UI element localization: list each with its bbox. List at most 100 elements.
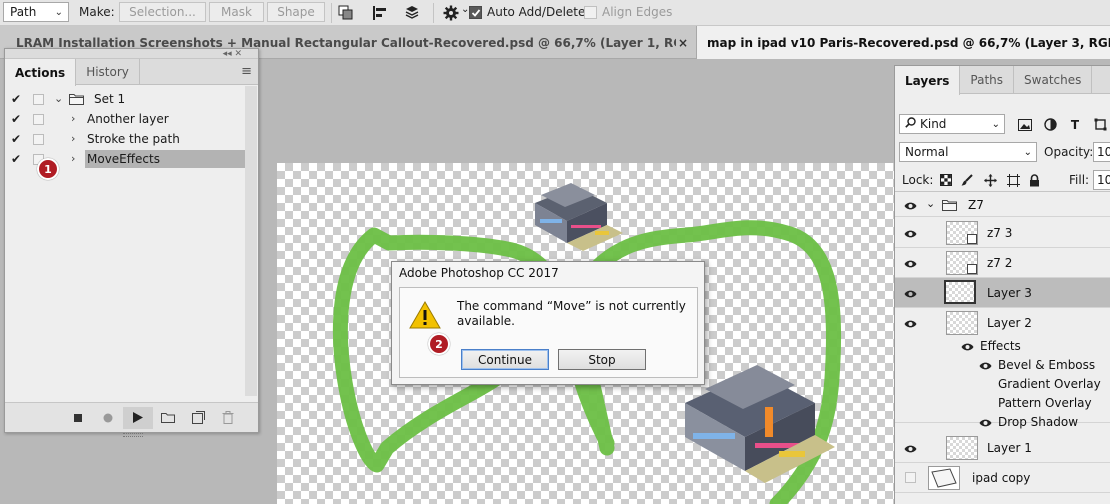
lock-position-move-icon[interactable]	[983, 173, 997, 187]
tab-history[interactable]: History	[76, 59, 140, 85]
eye-icon[interactable]	[904, 318, 917, 332]
action-row[interactable]: ✔ › Another layer	[5, 110, 245, 129]
tab-paths[interactable]: Paths	[960, 66, 1015, 94]
make-shape-button[interactable]: Shape	[267, 2, 325, 22]
actions-scrollbar[interactable]	[245, 86, 257, 396]
eye-icon[interactable]	[961, 341, 974, 355]
layer-thumbnail	[946, 311, 978, 335]
type-filter-icon[interactable]: T	[1067, 117, 1083, 132]
resize-grip[interactable]	[123, 433, 143, 437]
search-icon	[905, 117, 916, 131]
lock-label: Lock:	[902, 173, 934, 187]
actions-panel: ◂◂ ✕ Actions History ≡ ✔ ⌄ Set 1 ✔ › Ano…	[4, 48, 259, 437]
check-icon[interactable]: ✔	[11, 132, 21, 146]
close-icon[interactable]: ×	[678, 36, 688, 50]
eye-icon[interactable]	[979, 360, 992, 374]
chevron-down-icon: ⌄	[54, 7, 63, 18]
blend-mode-select[interactable]: Normal ⌄	[899, 142, 1037, 162]
adjustment-filter-icon[interactable]	[1042, 117, 1058, 132]
effect-pattern-overlay[interactable]: Pattern Overlay	[998, 396, 1092, 410]
layer-row[interactable]: Layer 2	[895, 308, 1110, 338]
chevron-right-icon[interactable]: ›	[71, 132, 75, 145]
make-label: Make:	[79, 5, 115, 19]
tab-swatches[interactable]: Swatches	[1014, 66, 1093, 94]
panel-collapse-bar[interactable]: ◂◂ ✕	[5, 49, 258, 59]
eye-icon[interactable]	[904, 288, 917, 302]
layer-name: ipad copy	[972, 471, 1031, 485]
layer-row[interactable]: z7 3	[895, 218, 1110, 248]
eye-icon[interactable]	[904, 258, 917, 272]
warning-icon	[409, 300, 441, 332]
auto-add-delete-checkbox[interactable]	[469, 6, 482, 21]
collapse-icon[interactable]: ◂◂ ✕	[223, 49, 242, 59]
stop-button[interactable]: Stop	[558, 349, 646, 370]
layer-filter-select[interactable]: Kind ⌄	[899, 114, 1005, 134]
check-icon[interactable]: ✔	[11, 112, 21, 126]
opacity-input[interactable]: 10	[1093, 142, 1110, 162]
gear-icon[interactable]	[442, 4, 460, 22]
actions-panel-tabs: Actions History ≡	[5, 59, 258, 86]
layer-row[interactable]: Layer 1	[895, 433, 1110, 463]
chevron-down-icon[interactable]: ⌄	[926, 197, 935, 210]
continue-button[interactable]: Continue	[461, 349, 549, 370]
image-filter-icon[interactable]	[1017, 117, 1033, 132]
layer-name: Layer 1	[987, 441, 1032, 455]
smart-object-icon	[967, 234, 977, 244]
path-operations-icon[interactable]	[337, 4, 355, 22]
path-mode-select[interactable]: Path ⌄	[3, 2, 69, 22]
tab-actions[interactable]: Actions	[5, 59, 77, 86]
eye-icon[interactable]	[979, 417, 992, 431]
effect-gradient-overlay[interactable]: Gradient Overlay	[998, 377, 1101, 391]
align-edges-checkbox[interactable]	[584, 6, 597, 22]
folder-icon	[942, 199, 957, 214]
action-set-row[interactable]: ✔ ⌄ Set 1	[5, 90, 245, 109]
action-row[interactable]: ✔ › Stroke the path	[5, 130, 245, 149]
chevron-right-icon[interactable]: ›	[71, 152, 75, 165]
chevron-right-icon[interactable]: ›	[71, 112, 75, 125]
effect-drop-shadow[interactable]: Drop Shadow	[998, 415, 1078, 429]
effect-bevel-emboss[interactable]: Bevel & Emboss	[998, 358, 1095, 372]
lock-artboard-icon[interactable]	[1006, 173, 1020, 187]
make-mask-button[interactable]: Mask	[209, 2, 264, 22]
stop-recording-icon[interactable]	[63, 413, 93, 422]
visibility-toggle-box[interactable]	[905, 471, 916, 483]
fill-input[interactable]: 10	[1093, 170, 1110, 190]
layer-group-row[interactable]: ⌄ Z7	[895, 193, 1110, 217]
make-selection-button[interactable]: Selection...	[119, 2, 206, 22]
check-icon[interactable]: ✔	[11, 152, 21, 166]
path-arrangement-icon[interactable]	[403, 4, 421, 22]
play-icon[interactable]	[123, 406, 153, 429]
tab-layers[interactable]: Layers	[895, 66, 961, 95]
layer-filter-value: Kind	[920, 117, 947, 131]
lock-pixels-brush-icon[interactable]	[960, 173, 974, 187]
opacity-label: Opacity:	[1044, 145, 1094, 159]
options-bar: Path ⌄ Make: Selection... Mask Shape ⌄ A…	[0, 0, 1110, 26]
eye-icon[interactable]	[904, 443, 917, 457]
lock-transparency-icon[interactable]	[939, 173, 953, 187]
lock-all-icon[interactable]	[1027, 173, 1041, 187]
layer-name: Layer 2	[987, 316, 1032, 330]
dialog-toggle-box[interactable]	[33, 114, 44, 125]
panel-menu-icon[interactable]: ≡	[241, 64, 252, 79]
path-alignment-icon[interactable]	[371, 4, 389, 22]
smart-object-icon	[967, 264, 977, 274]
blend-mode-value: Normal	[905, 145, 949, 159]
document-tab-label: map in ipad v10 Paris-Recovered.psd @ 66…	[707, 35, 1110, 50]
trash-icon[interactable]	[213, 411, 243, 424]
new-action-icon[interactable]	[183, 411, 213, 424]
layer-row[interactable]: ipad copy	[895, 463, 1110, 493]
dialog-toggle-box[interactable]	[33, 94, 44, 105]
layer-row-selected[interactable]: Layer 3	[895, 278, 1110, 308]
layer-row[interactable]: z7 2	[895, 248, 1110, 278]
layers-panel-tabs: Layers Paths Swatches	[895, 66, 1110, 95]
chevron-down-icon[interactable]: ⌄	[54, 92, 63, 105]
check-icon[interactable]: ✔	[11, 92, 21, 106]
eye-icon[interactable]	[904, 200, 917, 214]
dialog-toggle-box[interactable]	[33, 134, 44, 145]
shape-filter-icon[interactable]	[1092, 117, 1108, 132]
document-tab-map-ipad[interactable]: map in ipad v10 Paris-Recovered.psd @ 66…	[696, 26, 1110, 59]
record-icon[interactable]	[93, 413, 123, 423]
eye-icon[interactable]	[904, 228, 917, 242]
layer-filter-icons: T	[1017, 117, 1108, 132]
new-set-icon[interactable]	[153, 412, 183, 423]
